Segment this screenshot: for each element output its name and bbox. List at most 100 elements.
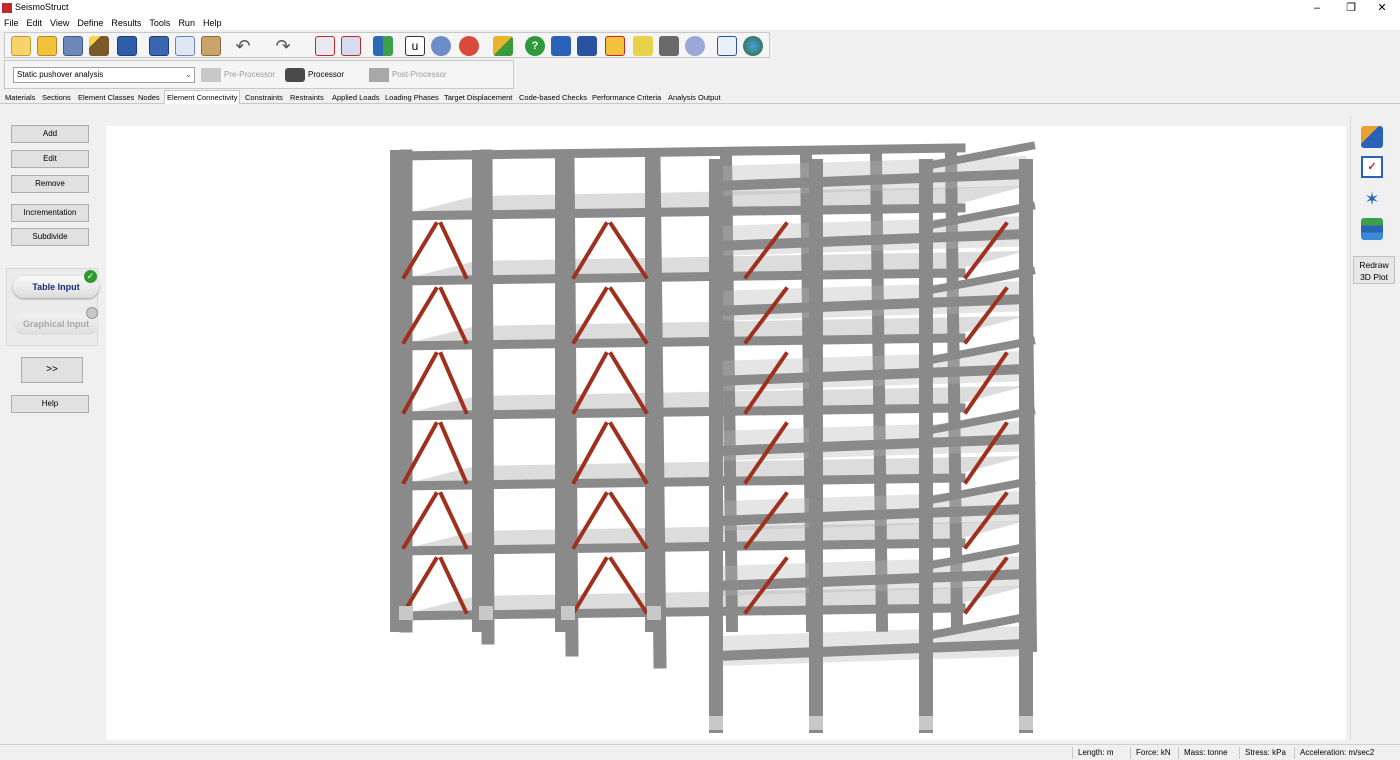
toolbar: ↶ ↷ u ? (0, 30, 1400, 60)
menu-file[interactable]: File (0, 16, 23, 30)
mesh-icon[interactable] (373, 36, 393, 56)
menu-define[interactable]: Define (73, 16, 107, 30)
redraw-3d-plot-button[interactable]: Redraw 3D Plot (1353, 256, 1395, 284)
redraw-label-line2: 3D Plot (1360, 272, 1388, 282)
tab-code-based-checks[interactable]: Code-based Checks (517, 91, 589, 104)
right-panel: ✓ ✶ Redraw 3D Plot (1350, 116, 1396, 740)
tab-loading-phases[interactable]: Loading Phases (383, 91, 441, 104)
column (647, 149, 667, 669)
status-mass: Mass: tonne (1184, 748, 1228, 757)
processor-chip-icon (285, 67, 305, 82)
advanced-settings-icon[interactable] (459, 36, 479, 56)
video-icon[interactable] (659, 36, 679, 56)
tab-sections[interactable]: Sections (40, 91, 73, 104)
paste-icon[interactable] (201, 36, 221, 56)
analysis-bar: Static pushover analysis ⌄ Pre-Processor… (0, 60, 1400, 90)
manual-icon[interactable] (551, 36, 571, 56)
examples-icon[interactable] (605, 36, 625, 56)
copy-icon[interactable] (175, 36, 195, 56)
status-bar: Length: m Force: kN Mass: tonne Stress: … (0, 744, 1400, 760)
tab-element-classes[interactable]: Element Classes (76, 91, 136, 104)
analysis-type-value: Static pushover analysis (17, 70, 104, 79)
menu-help[interactable]: Help (199, 16, 226, 30)
status-separator (1239, 747, 1240, 759)
3d-viewport[interactable] (106, 126, 1346, 740)
footing (809, 716, 823, 730)
pre-processor-label: Pre-Processor (224, 70, 276, 79)
tab-constraints[interactable]: Constraints (243, 91, 285, 104)
left-panel: Add Edit Remove Incrementation Subdivide… (4, 116, 102, 740)
expand-button[interactable]: >> (21, 357, 83, 383)
edit-button[interactable]: Edit (11, 150, 89, 168)
notes-icon[interactable] (633, 36, 653, 56)
tab-target-displacement[interactable]: Target Displacement (442, 91, 514, 104)
settings-gear-icon[interactable] (431, 36, 451, 56)
analysis-type-select[interactable]: Static pushover analysis ⌄ (13, 67, 195, 83)
new-file-icon[interactable] (11, 36, 31, 56)
footing (709, 716, 723, 730)
add-button[interactable]: Add (11, 125, 89, 143)
post-processor-label: Post-Processor (392, 70, 447, 79)
status-separator (1178, 747, 1179, 759)
status-length: Length: m (1078, 748, 1114, 757)
incrementation-button[interactable]: Incrementation (11, 204, 89, 222)
redo-icon[interactable]: ↷ (273, 36, 293, 56)
help-icon[interactable]: ? (525, 36, 545, 56)
export-icon[interactable] (149, 36, 169, 56)
processor-label: Processor (308, 70, 345, 79)
tab-restraints[interactable]: Restraints (288, 91, 326, 104)
tab-applied-loads[interactable]: Applied Loads (330, 91, 382, 104)
title-bar: SeismoStruct – ❐ ✕ (0, 0, 1400, 16)
pre-processor-button-icon (201, 67, 221, 82)
help-button[interactable]: Help (11, 395, 89, 413)
toolbar-group: ↶ ↷ u ? (4, 32, 770, 58)
tutorial-icon[interactable] (577, 36, 597, 56)
tab-element-connectivity[interactable]: Element Connectivity (164, 90, 241, 104)
post-processor-icon (369, 67, 389, 82)
status-stress: Stress: kPa (1245, 748, 1286, 757)
paint-brush-icon[interactable] (493, 36, 513, 56)
project-explorer-icon[interactable] (63, 36, 83, 56)
wizard-icon[interactable] (89, 36, 109, 56)
tab-performance-criteria[interactable]: Performance Criteria (590, 91, 663, 104)
footing (647, 606, 661, 620)
tab-nodes[interactable]: Nodes (136, 91, 162, 104)
shapes-icon[interactable] (1361, 126, 1383, 148)
redraw-label-line1: Redraw (1359, 260, 1389, 270)
menu-run[interactable]: Run (174, 16, 199, 30)
menu-edit[interactable]: Edit (23, 16, 47, 30)
footing (399, 606, 413, 620)
building-modeller-icon[interactable] (315, 36, 335, 56)
close-icon[interactable]: ✕ (1364, 0, 1400, 16)
axes-icon[interactable]: ✶ (1361, 188, 1383, 210)
status-acceleration: Acceleration: m/sec2 (1300, 748, 1375, 757)
save-icon[interactable] (117, 36, 137, 56)
website-globe-icon[interactable] (743, 36, 763, 56)
post-processor-button[interactable]: Post-Processor (369, 66, 447, 84)
column (561, 149, 579, 657)
app-icon (2, 3, 12, 13)
edit-icon[interactable] (717, 36, 737, 56)
input-mode-box: Table Input ✓ Graphical Input (6, 268, 99, 346)
menu-results[interactable]: Results (107, 16, 145, 30)
units-icon[interactable]: u (405, 36, 425, 56)
tab-materials[interactable]: Materials (3, 91, 37, 104)
pre-processor-icon[interactable] (341, 36, 361, 56)
analysis-group: Static pushover analysis ⌄ Pre-Processor… (4, 60, 514, 89)
remove-button[interactable]: Remove (11, 175, 89, 193)
menu-tools[interactable]: Tools (145, 16, 174, 30)
undo-icon[interactable]: ↶ (233, 36, 253, 56)
menu-view[interactable]: View (46, 16, 73, 30)
forum-icon[interactable] (685, 36, 705, 56)
open-folder-icon[interactable] (37, 36, 57, 56)
subdivide-button[interactable]: Subdivide (11, 228, 89, 246)
checklist-icon[interactable]: ✓ (1361, 156, 1383, 178)
processor-button[interactable]: Processor (285, 66, 344, 84)
status-separator (1294, 747, 1295, 759)
layers-icon[interactable] (1361, 218, 1383, 240)
pre-processor-button[interactable]: Pre-Processor (201, 66, 275, 84)
minimize-icon[interactable]: – (1299, 0, 1335, 16)
status-force: Force: kN (1136, 748, 1171, 757)
tab-analysis-output[interactable]: Analysis Output (666, 91, 723, 104)
structure-3d-plot[interactable] (106, 126, 1346, 740)
